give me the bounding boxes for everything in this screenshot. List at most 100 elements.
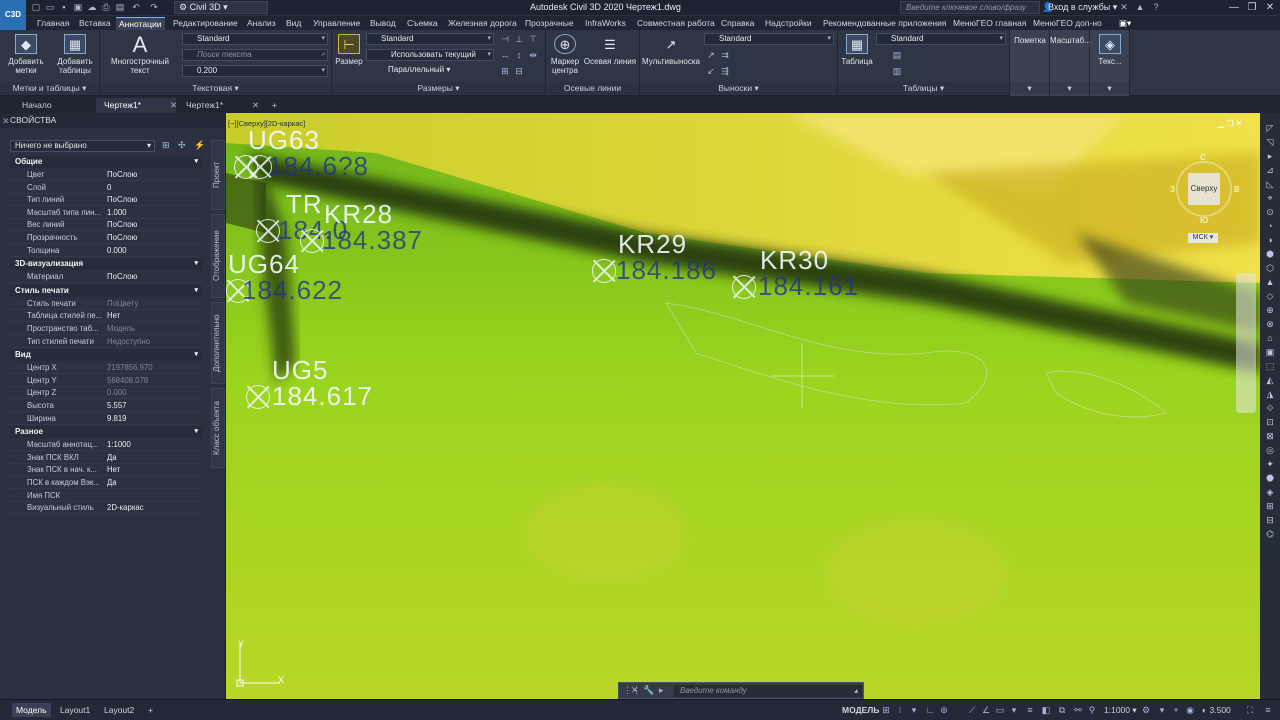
fullscreen-icon[interactable]: ⛶ xyxy=(1244,704,1256,716)
property-row[interactable]: Центр Y 568408.078 xyxy=(10,375,202,387)
tab-transparent[interactable]: Прозрачные xyxy=(522,17,577,30)
text-style-dropdown[interactable]: Standard ▾ xyxy=(182,33,328,45)
model-space-toggle[interactable]: МОДЕЛЬ xyxy=(838,703,883,717)
viewport-window-controls[interactable]: ▁ ❐ ✕ xyxy=(1218,119,1242,128)
doc-tab-start[interactable]: Начало xyxy=(14,98,94,113)
table-style-dropdown[interactable]: Standard ▾ xyxy=(876,33,1006,45)
new-icon[interactable]: ▢ xyxy=(30,2,42,13)
isodraft-icon[interactable]: ⟋ xyxy=(966,704,978,716)
tool-strip-icon[interactable]: ⬚ xyxy=(1264,360,1276,372)
panel-title-text[interactable]: Текстовая ▾ xyxy=(100,82,331,94)
close-icon[interactable]: ✕ xyxy=(631,685,639,696)
tab-menugeo-main[interactable]: МенюГЕО главная xyxy=(950,17,1029,30)
section-header[interactable]: Стиль печати ▾ xyxy=(10,284,202,297)
collapse-icon[interactable]: ▾ xyxy=(194,285,198,297)
dim-tool-icon[interactable]: ↕ xyxy=(514,50,524,60)
selection-dropdown[interactable]: Ничего не выбрано ▾ xyxy=(10,140,155,152)
tool-strip-icon[interactable]: ◑ xyxy=(1264,234,1276,246)
property-row[interactable]: ПСК в каждом Вэк... Да xyxy=(10,477,202,489)
lineweight-icon[interactable]: ≡ xyxy=(1024,704,1036,716)
tool-strip-icon[interactable]: ⬢ xyxy=(1264,248,1276,260)
panel-title-leaders[interactable]: Выноски ▾ xyxy=(640,82,837,94)
gear-icon[interactable]: ⚙ xyxy=(1140,704,1152,716)
collapse-icon[interactable]: ▾ xyxy=(194,156,198,168)
dim-tool-icon[interactable]: ⊥ xyxy=(514,34,524,44)
property-row[interactable]: Толщина 0.000 xyxy=(10,245,202,257)
property-row[interactable]: Материал ПоСлою xyxy=(10,271,202,284)
property-row[interactable]: Стиль печати ПоЦвету xyxy=(10,298,202,310)
panel-title-labels[interactable]: Метки и таблицы ▾ xyxy=(0,82,99,94)
auto-scale-icon[interactable]: ⚲ xyxy=(1086,704,1098,716)
tool-strip-icon[interactable]: ✦ xyxy=(1264,458,1276,470)
property-row[interactable]: Масштаб аннотац... 1:1000 xyxy=(10,439,202,452)
save-icon[interactable]: ▪ xyxy=(58,2,70,13)
tool-strip-icon[interactable]: ◺ xyxy=(1264,178,1276,190)
tab-view[interactable]: Вид xyxy=(283,17,304,30)
table-tool-icon[interactable]: ▥ xyxy=(892,66,902,76)
tab-model[interactable]: Модель xyxy=(12,703,51,717)
tool-strip-icon[interactable]: ⊞ xyxy=(1264,500,1276,512)
collapse-icon[interactable]: ▾ xyxy=(194,426,198,438)
keyword-search-input[interactable]: Введите ключевое слово/фразу xyxy=(900,1,1040,14)
toggle-pickadd-icon[interactable]: ⊞ xyxy=(162,140,172,151)
command-input[interactable]: Введите команду ▴ xyxy=(674,685,862,697)
property-row[interactable]: Таблица стилей пе... Нет xyxy=(10,310,202,323)
section-header[interactable]: Вид ▾ xyxy=(10,349,202,362)
tool-strip-icon[interactable]: ◈ xyxy=(1264,486,1276,498)
scale-expand[interactable]: ▾ xyxy=(1050,82,1089,94)
section-header[interactable]: Общие ▾ xyxy=(10,156,202,168)
close-icon[interactable]: ✕ xyxy=(1262,1,1278,15)
undo-icon[interactable]: ↶ xyxy=(130,2,142,13)
cloud-icon[interactable]: ☁ xyxy=(86,2,98,13)
tab-survey[interactable]: Съемка xyxy=(404,17,441,30)
text-height-input[interactable]: 0.200 ▾ xyxy=(182,65,328,77)
signin-button[interactable]: Вход в службы ▾ xyxy=(1048,2,1117,13)
table-button[interactable]: ▦ Таблица xyxy=(840,34,874,66)
customize-menu-icon[interactable]: ≡ xyxy=(1262,704,1274,716)
ucs-dropdown[interactable]: МСК ▾ xyxy=(1188,233,1218,243)
osnap-tracking-icon[interactable]: ∠ xyxy=(980,704,992,716)
drawing-viewport[interactable]: [−][Сверху][2D-каркас] ▁ ❐ ✕ UG63 184.6?… xyxy=(226,113,1260,699)
transparency-icon[interactable]: ◧ xyxy=(1040,704,1052,716)
collect-leader-icon[interactable]: ⇶ xyxy=(720,66,730,76)
minimize-icon[interactable]: — xyxy=(1226,1,1242,15)
viewcube-north[interactable]: С xyxy=(1200,153,1206,162)
panel-markup[interactable]: Пометка ▾ xyxy=(1010,30,1050,96)
dim-style-dropdown[interactable]: Standard ▾ xyxy=(366,33,494,45)
tool-strip-icon[interactable]: ⊗ xyxy=(1264,318,1276,330)
table-tool-icon[interactable]: ▤ xyxy=(892,50,902,60)
property-row[interactable]: Центр Z 0.000 xyxy=(10,387,202,400)
tab-manage[interactable]: Управление xyxy=(310,17,363,30)
panel-text2[interactable]: ◈ Текс... ▾ xyxy=(1090,30,1130,96)
dropdown-icon[interactable]: ▾ xyxy=(1156,704,1168,716)
property-row[interactable]: Масштаб типа лин... 1.000 xyxy=(10,207,202,219)
viewcube-top-face[interactable]: Сверху xyxy=(1188,173,1220,205)
tool-strip-icon[interactable]: ◹ xyxy=(1264,136,1276,148)
ribbon-toggle-icon[interactable]: ▣▾ xyxy=(1116,17,1134,30)
dim-tool-icon[interactable]: ⊤ xyxy=(528,34,538,44)
point-marker[interactable] xyxy=(732,275,756,299)
tab-home[interactable]: Главная xyxy=(34,17,72,30)
tool-strip-icon[interactable]: ⊟ xyxy=(1264,514,1276,526)
tool-strip-icon[interactable]: ▲ xyxy=(1264,276,1276,288)
point-marker[interactable] xyxy=(256,219,280,243)
property-row[interactable]: Тип стилей печати Недоступно xyxy=(10,336,202,348)
select-objects-icon[interactable]: ✣ xyxy=(178,140,188,151)
side-tab-extra[interactable]: Дополнительно xyxy=(211,302,225,384)
tool-strip-icon[interactable]: ⬡ xyxy=(1264,262,1276,274)
mleader-button[interactable]: ↗ Мультивыноска xyxy=(640,34,702,67)
tool-strip-icon[interactable]: ⌂ xyxy=(1264,332,1276,344)
exchange-icon[interactable]: ✕ xyxy=(1118,2,1130,13)
tab-annotate[interactable]: Аннотации xyxy=(116,17,165,30)
property-row[interactable]: Пространство таб... Модель xyxy=(10,323,202,335)
tool-strip-icon[interactable]: ⊙ xyxy=(1264,206,1276,218)
point-marker[interactable] xyxy=(300,229,324,253)
tab-analyze[interactable]: Анализ xyxy=(244,17,279,30)
tool-strip-icon[interactable]: ⌬ xyxy=(1264,528,1276,540)
dropdown-icon[interactable]: ▾ xyxy=(1008,704,1020,716)
markup-expand[interactable]: ▾ xyxy=(1010,82,1049,94)
mtext-button[interactable]: A Многострочный текст xyxy=(104,33,176,75)
side-tab-object-class[interactable]: Класс объекта xyxy=(211,388,225,468)
centerline-button[interactable]: ☰ Осевая линия xyxy=(582,34,638,67)
ortho-icon[interactable]: ∟ xyxy=(924,704,936,716)
